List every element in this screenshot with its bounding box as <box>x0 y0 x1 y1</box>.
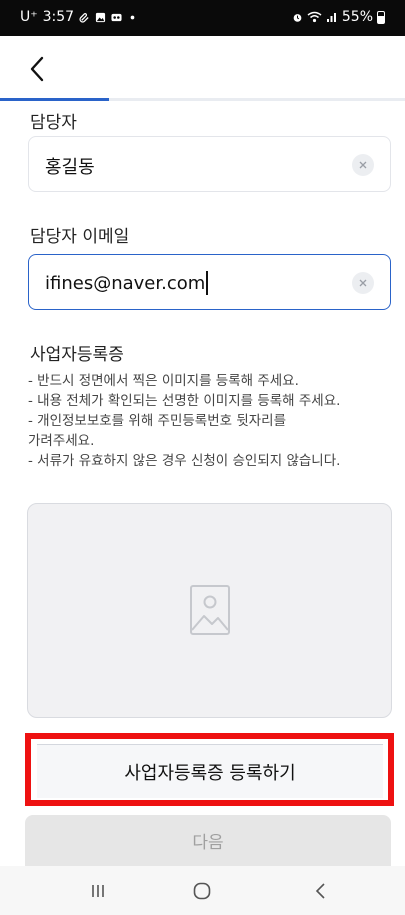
carrier-label: U⁺ <box>20 9 38 25</box>
attachment-icon <box>79 12 89 23</box>
status-bar: U⁺ 3:57 55% <box>0 0 405 36</box>
register-cert-button[interactable]: 사업자등록증 등록하기 <box>37 744 383 798</box>
system-back-button[interactable] <box>307 877 335 905</box>
manager-input[interactable]: 홍길동 <box>28 136 391 192</box>
cert-label: 사업자등록증 <box>30 345 124 365</box>
chevron-left-icon <box>30 56 44 82</box>
email-input[interactable]: ifines@naver.com <box>28 254 391 310</box>
email-clear-button[interactable] <box>352 272 374 294</box>
battery-icon <box>377 10 385 24</box>
recent-apps-button[interactable] <box>84 877 112 905</box>
image-upload-area[interactable] <box>27 503 392 718</box>
battery-percent: 55% <box>341 9 373 25</box>
home-icon <box>193 882 211 900</box>
recent-apps-icon <box>92 885 104 897</box>
note-line: - 내용 전체가 확인되는 선명한 이미지를 등록해 주세요. <box>28 393 341 409</box>
next-button[interactable]: 다음 <box>25 815 391 866</box>
progress-fill <box>0 98 110 101</box>
back-button[interactable] <box>22 54 52 84</box>
wifi-icon <box>307 11 322 23</box>
text-caret <box>206 271 209 295</box>
app-bar <box>0 36 405 98</box>
image-icon <box>96 12 106 22</box>
progress-track <box>0 98 405 101</box>
voicemail-icon <box>111 13 122 21</box>
note-line: - 개인정보보호를 위해 주민등록번호 뒷자리를 <box>28 413 287 429</box>
note-line: - 서류가 유효하지 않은 경우 신청이 승인되지 않습니다. <box>28 453 341 469</box>
manager-clear-button[interactable] <box>352 154 374 176</box>
status-left: U⁺ 3:57 <box>20 9 138 25</box>
status-time: 3:57 <box>42 9 75 25</box>
system-nav-bar <box>0 866 405 915</box>
home-button[interactable] <box>188 877 216 905</box>
close-icon <box>359 279 367 287</box>
cert-notes: - 반드시 정면에서 찍은 이미지를 등록해 주세요. - 내용 전체가 확인되… <box>28 371 388 471</box>
status-right: 55% <box>292 9 385 25</box>
manager-value: 홍길동 <box>45 157 95 178</box>
email-value-wrap: ifines@naver.com <box>45 271 209 295</box>
dot-icon <box>130 15 135 19</box>
email-value: ifines@naver.com <box>45 272 206 294</box>
close-icon <box>359 161 367 169</box>
manager-label: 담당자 <box>30 113 77 133</box>
email-label: 담당자 이메일 <box>30 227 130 247</box>
signal-icon <box>326 13 336 22</box>
back-icon <box>315 883 325 899</box>
image-placeholder-icon <box>190 585 230 635</box>
alarm-icon <box>293 13 302 22</box>
note-line: 가려주세요. <box>28 433 95 449</box>
note-line: - 반드시 정면에서 찍은 이미지를 등록해 주세요. <box>28 373 299 389</box>
